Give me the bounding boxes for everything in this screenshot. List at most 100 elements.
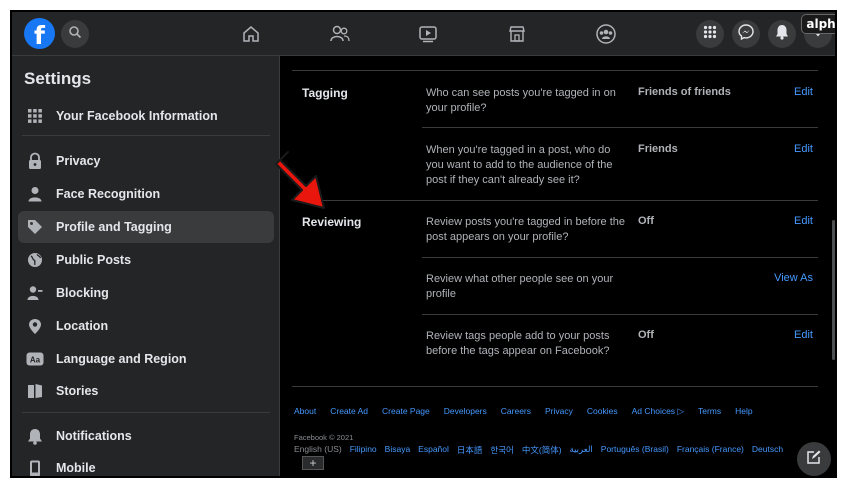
footer-link-terms[interactable]: Terms [698,406,721,417]
language-link[interactable]: 한국어 [490,444,513,456]
tagging-row-desc: Who can see posts you're tagged in on yo… [426,87,616,114]
footer-link-cookies[interactable]: Cookies [587,406,618,417]
row-divider [422,314,818,315]
footer-link-careers[interactable]: Careers [501,406,531,417]
compose-icon [806,449,822,470]
notifications-button[interactable] [768,20,796,48]
mobile-icon [26,459,44,476]
scrollbar[interactable] [831,60,835,360]
sidebar-item-language-and-region[interactable]: Aa Language and Region [18,343,274,375]
row-divider [422,127,818,128]
sidebar-item-label: Profile and Tagging [56,220,172,234]
sidebar-item-public-posts[interactable]: Public Posts [18,244,274,276]
marketplace-icon[interactable] [506,23,528,45]
sidebar-divider [22,412,270,413]
footer-link-help[interactable]: Help [735,406,752,417]
reviewing-row-desc: Review tags people add to your posts bef… [426,330,610,357]
footer-link-ad-choices[interactable]: Ad Choices ▷ [632,406,684,417]
sidebar-item-blocking[interactable]: Blocking [18,277,274,309]
home-icon[interactable] [240,23,262,45]
facebook-logo[interactable]: f [24,18,55,49]
svg-text:Aa: Aa [30,356,41,365]
edit-button[interactable]: Edit [794,215,813,227]
red-arrow-annotation [274,150,334,217]
footer-link-about[interactable]: About [294,406,316,417]
footer-link-developers[interactable]: Developers [444,406,487,417]
grid-icon [26,107,44,125]
tag-icon [26,218,44,236]
tagging-row-value: Friends [638,143,678,155]
sidebar-item-face-recognition[interactable]: Face Recognition [18,178,274,210]
sidebar-item-label: Location [56,319,109,333]
sidebar-item-label: Language and Region [56,352,187,366]
edit-button[interactable]: Edit [794,143,813,155]
language-link[interactable]: Filipino [350,444,377,456]
tagging-row-desc: When you're tagged in a post, who do you… [426,144,613,186]
location-pin-icon [26,317,44,335]
sidebar-item-privacy[interactable]: Privacy [18,145,274,177]
language-link[interactable]: Bisaya [385,444,411,456]
more-languages-button[interactable]: + [302,456,324,470]
search-icon [68,25,82,44]
row-divider [422,257,818,258]
footer-copyright: Facebook © 2021 [294,433,354,442]
footer-divider [292,386,818,387]
sidebar-item-label: Stories [56,384,99,398]
footer-link-create-ad[interactable]: Create Ad [330,406,368,417]
sidebar-item-label: Public Posts [56,253,132,267]
settings-sidebar: Settings Your Facebook Information Priva… [12,56,280,476]
reviewing-row-value: Off [638,329,654,341]
scrollbar-thumb[interactable] [832,220,835,360]
stories-icon [26,382,44,400]
footer-link-ad-choices-label: Ad Choices [631,406,676,416]
language-link[interactable]: Deutsch [752,444,783,456]
reviewing-row-desc: Review posts you're tagged in before the… [426,216,625,243]
section-title-reviewing: Reviewing [302,215,362,229]
block-user-icon [26,284,44,302]
settings-title: Settings [24,69,92,88]
sidebar-item-label: Face Recognition [56,187,161,201]
footer-link-privacy[interactable]: Privacy [545,406,573,417]
sidebar-item-notifications[interactable]: Notifications [18,420,274,452]
section-title-tagging: Tagging [302,86,348,100]
language-link[interactable]: Français (France) [677,444,744,456]
watch-icon[interactable] [417,23,439,45]
tagging-row-value: Friends of friends [638,86,731,98]
language-link[interactable]: العربية [570,444,593,456]
person-icon [26,185,44,203]
language-link[interactable]: Español [418,444,449,456]
sidebar-item-profile-and-tagging[interactable]: Profile and Tagging [18,211,274,243]
friends-icon[interactable] [329,23,351,45]
sidebar-item-location[interactable]: Location [18,310,274,342]
notifications-icon [775,24,789,45]
sidebar-item-label: Notifications [56,429,132,443]
language-link[interactable]: 日本語 [457,444,483,456]
app-window: f Settings Your Facebook Information Pri… [10,10,837,478]
footer-links: About Create Ad Create Page Developers C… [294,406,814,417]
edit-button[interactable]: Edit [794,329,813,341]
current-language: English (US) [294,444,342,454]
sidebar-item-label: Privacy [56,154,101,168]
top-navigation-bar: f [12,12,835,56]
footer-link-create-page[interactable]: Create Page [382,406,430,417]
menu-button[interactable] [696,20,724,48]
section-divider [292,70,818,71]
menu-grid-icon [703,25,717,44]
groups-icon[interactable] [595,23,617,45]
new-message-button[interactable] [797,442,831,476]
search-button[interactable] [61,20,89,48]
section-divider [292,200,818,201]
sidebar-item-your-facebook-information[interactable]: Your Facebook Information [18,100,274,132]
sidebar-divider [22,135,270,136]
sidebar-item-label: Blocking [56,286,109,300]
reviewing-row-value: Off [638,215,654,227]
language-link[interactable]: Português (Brasil) [601,444,669,456]
messenger-button[interactable] [732,20,760,48]
sidebar-item-stories[interactable]: Stories [18,375,274,407]
sidebar-item-label: Your Facebook Information [56,109,218,123]
messenger-icon [738,23,754,45]
edit-button[interactable]: Edit [794,86,813,98]
sidebar-item-mobile[interactable]: Mobile [18,452,274,476]
language-link[interactable]: 中文(简体) [522,444,562,456]
view-as-button[interactable]: View As [774,272,813,284]
